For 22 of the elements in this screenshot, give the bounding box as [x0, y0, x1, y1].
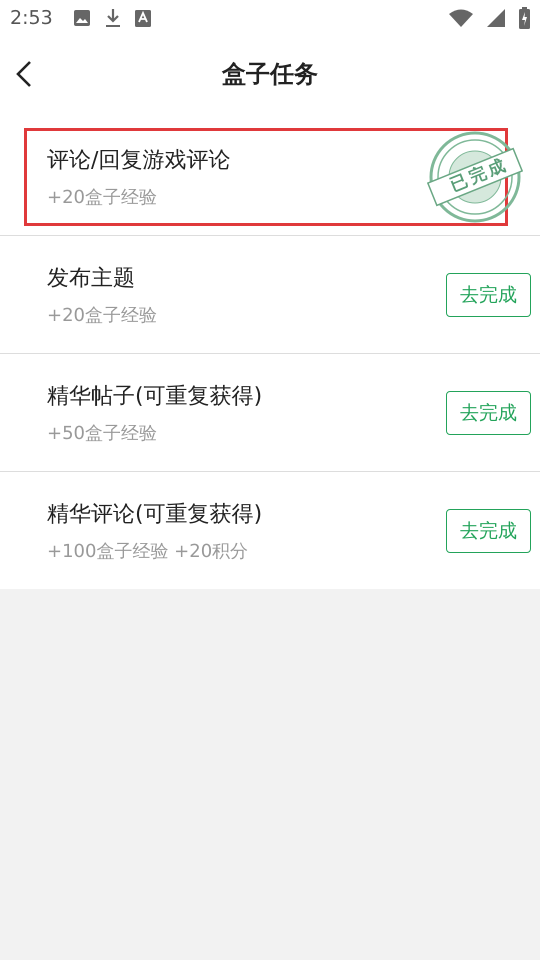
go-complete-button[interactable]: 去完成 [446, 272, 531, 316]
battery-icon [519, 7, 530, 29]
task-reward: +50盒子经验 [47, 422, 158, 444]
task-reward: +20盒子经验 [47, 304, 158, 326]
download-icon [104, 8, 121, 28]
image-icon [72, 9, 91, 27]
go-complete-button[interactable]: 去完成 [446, 508, 531, 552]
task-reward: +100盒子经验 +20积分 [47, 540, 250, 562]
page-title: 盒子任务 [222, 59, 318, 90]
status-time: 2:53 [10, 7, 53, 29]
task-title: 发布主题 [47, 264, 136, 292]
task-title: 评论/回复游戏评论 [47, 146, 232, 174]
go-complete-button[interactable]: 去完成 [446, 390, 531, 434]
completed-stamp-label: 已完成 [446, 152, 512, 197]
task-title: 精华帖子(可重复获得) [47, 382, 264, 410]
signal-icon [487, 9, 505, 27]
stamp-icon [427, 128, 523, 224]
font-icon [134, 10, 151, 26]
wifi-icon [449, 9, 473, 27]
task-title: 精华评论(可重复获得) [47, 500, 264, 528]
back-icon[interactable] [16, 60, 32, 88]
task-reward: +20盒子经验 [47, 186, 158, 208]
